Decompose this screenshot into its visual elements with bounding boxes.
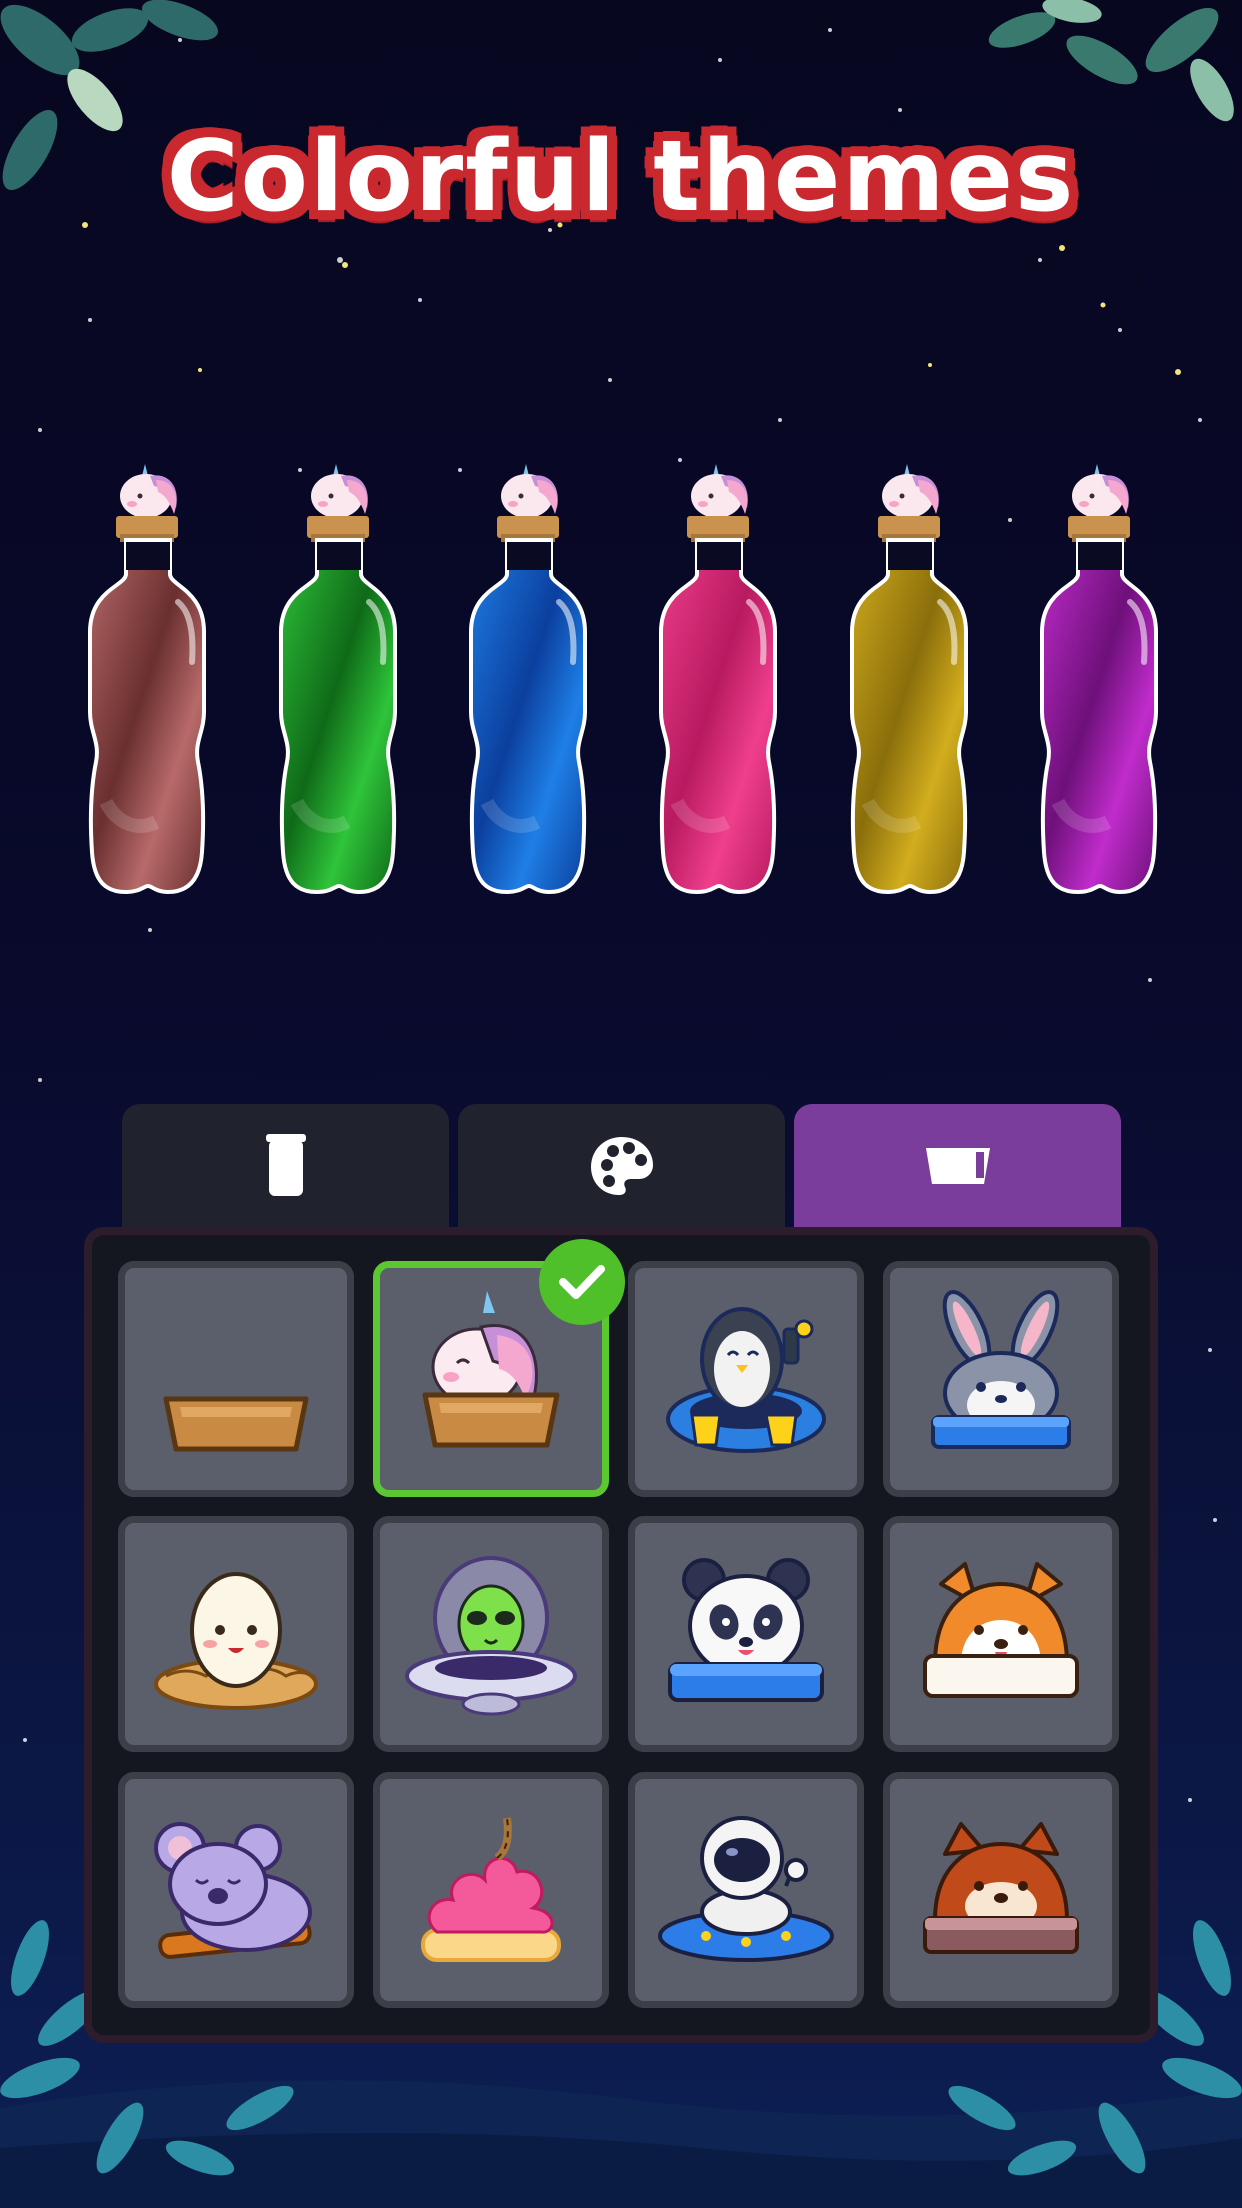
sample-bottle [657,462,781,902]
bear-base[interactable] [883,1772,1119,2008]
ice-cream-icon [421,1817,561,1962]
koala-base[interactable] [118,1772,354,2008]
wood-tray-icon [163,1396,309,1452]
bunny-base[interactable] [883,1261,1119,1497]
penguin-base[interactable] [628,1261,864,1497]
panda-base[interactable] [628,1516,864,1752]
bottle-graphic [659,464,777,895]
theme-category-tabs [122,1104,1121,1228]
plain-wood-base[interactable] [118,1261,354,1497]
selected-check-icon [539,1239,625,1325]
egg-base[interactable] [118,1516,354,1752]
sample-bottle [1038,462,1162,902]
alien-ufo-icon [405,1556,577,1716]
bottle-tab[interactable] [122,1104,449,1228]
bottle-graphic [469,464,587,895]
alien-base[interactable] [373,1516,609,1752]
sample-bottle [467,462,591,902]
bottle-graphic [1040,464,1158,895]
astronaut-base[interactable] [628,1772,864,2008]
base-icon [925,1148,990,1184]
sample-bottle [848,462,972,902]
bottle-graphic [850,464,968,895]
bottle-graphic [279,464,397,895]
panda-icon [668,1558,824,1702]
bottle-icon [265,1134,306,1196]
astronaut-ufo-icon [658,1816,834,1962]
palette-tab[interactable] [458,1104,785,1228]
unicorn-icon [422,1291,560,1448]
shiba-icon [923,1562,1079,1698]
leaves-top-right [988,0,1234,122]
red-panda-icon [923,1822,1079,1954]
base-tab[interactable] [794,1104,1121,1228]
penguin-icon [666,1307,826,1453]
palette-icon [590,1137,653,1195]
bottle-graphic [88,464,206,895]
sample-bottle [86,462,210,902]
sample-bottle [277,462,401,902]
cupcake-base[interactable] [373,1772,609,2008]
shiba-base[interactable] [883,1516,1119,1752]
promo-title: Colorful themes [166,120,1076,234]
koala-icon [154,1822,312,1959]
theme-items-panel [84,1227,1158,2043]
egg-nest-icon [154,1572,318,1710]
bunny-icon [931,1290,1071,1449]
